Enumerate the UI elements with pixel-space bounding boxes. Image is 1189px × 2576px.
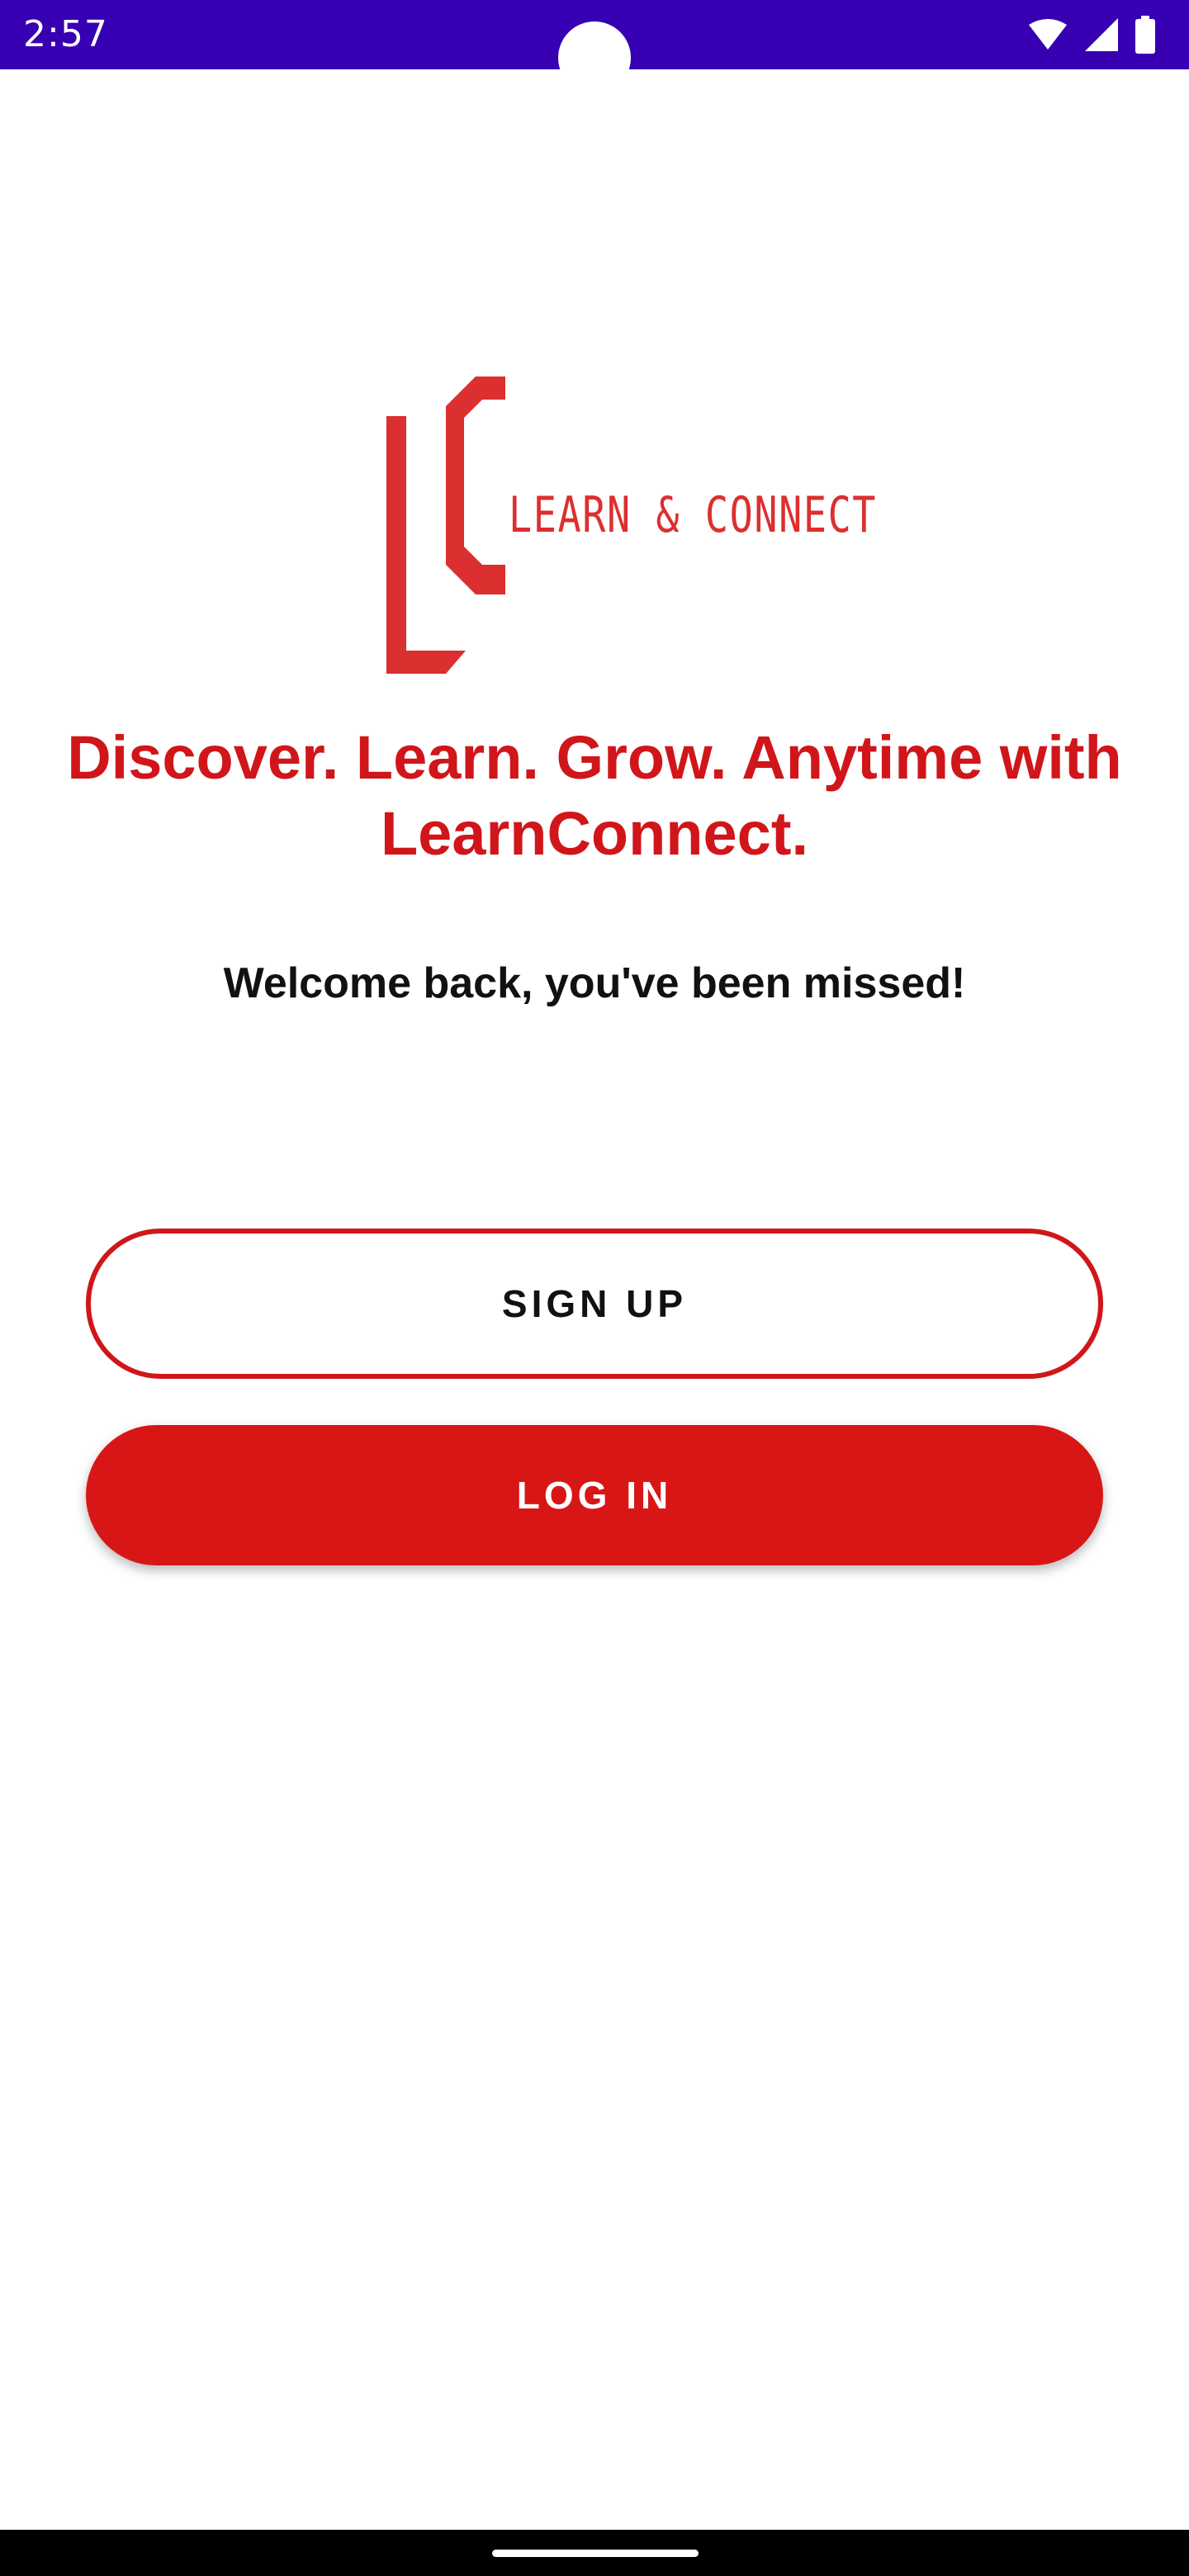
log-in-label: LOG IN xyxy=(516,1474,673,1517)
sign-up-label: SIGN UP xyxy=(501,1282,688,1325)
battery-icon xyxy=(1135,16,1156,54)
page-title: Discover. Learn. Grow. Anytime with Lear… xyxy=(67,723,1122,868)
logo-wordmark: LEARN & CONNECT xyxy=(509,486,878,544)
app-logo: LC LEARN & CONNECT xyxy=(386,376,898,674)
wifi-icon xyxy=(1027,18,1068,51)
log-in-button[interactable]: LOG IN xyxy=(86,1425,1103,1565)
logo-monogram: LC xyxy=(386,376,505,674)
welcome-message: Welcome back, you've been missed! xyxy=(223,959,966,1007)
sign-up-button[interactable]: SIGN UP xyxy=(86,1229,1103,1379)
welcome-screen: LC LEARN & CONNECT Discover. Learn. Grow… xyxy=(0,69,1189,2530)
signal-icon xyxy=(1083,17,1120,53)
status-time: 2:57 xyxy=(23,13,108,55)
status-icons xyxy=(1027,15,1156,54)
home-gesture-handle[interactable] xyxy=(492,2550,699,2557)
